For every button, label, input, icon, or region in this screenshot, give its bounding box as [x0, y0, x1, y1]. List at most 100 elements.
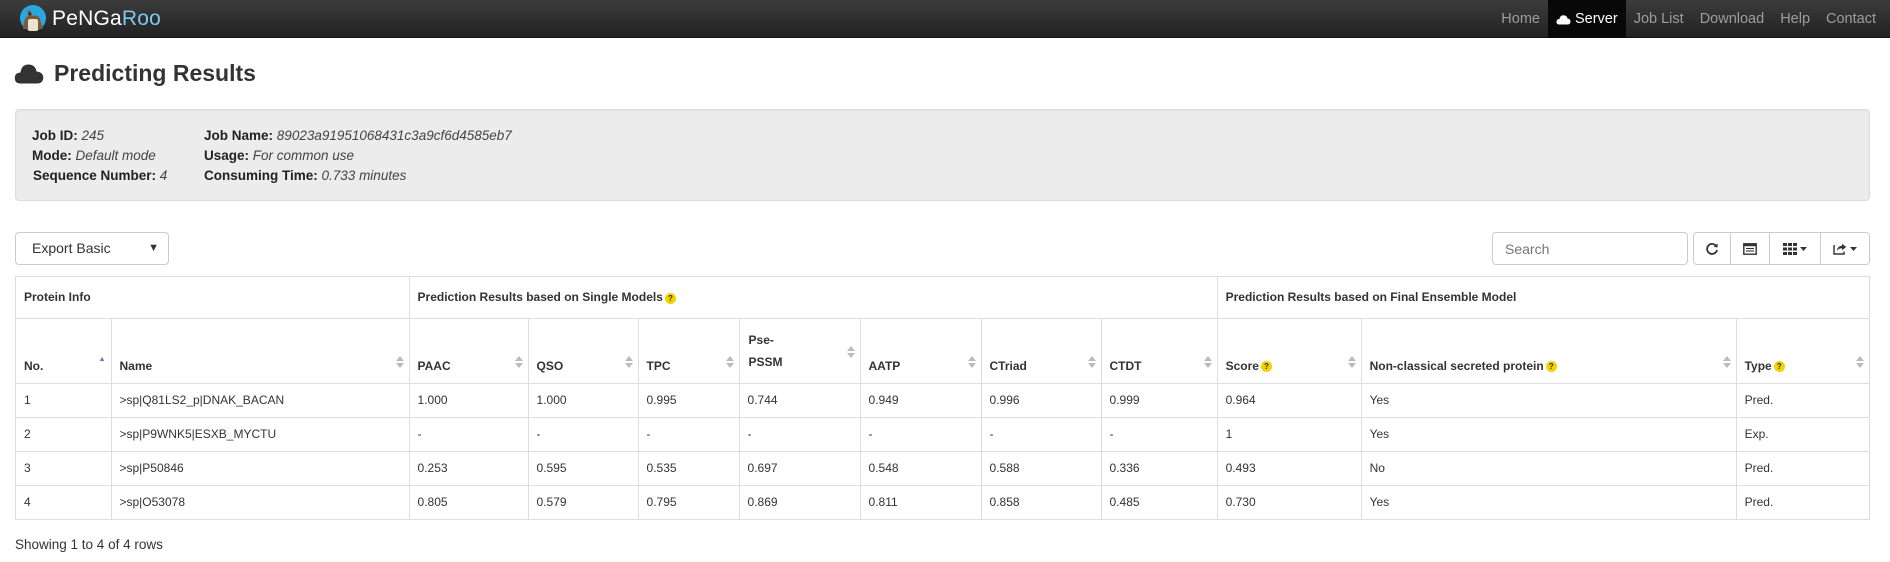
- job-name-value: 89023a91951068431c3a9cf6d4585eb7: [276, 128, 512, 143]
- toggle-view-icon: [1743, 242, 1757, 255]
- table-row[interactable]: 1 >sp|Q81LS2_p|DNAK_BACAN 1.000 1.000 0.…: [16, 382, 1869, 418]
- cell-no: 4: [16, 484, 112, 519]
- cell-no: 3: [16, 450, 112, 486]
- col-header-type-label: Type: [1744, 358, 1772, 373]
- col-header-pse-pssm[interactable]: Pse- PSSM: [738, 317, 861, 384]
- col-header-pse-pssm-label: Pse- PSSM: [749, 329, 783, 373]
- cell-pse-pssm: 0.869: [738, 484, 861, 519]
- sort-both-icon: [846, 345, 855, 358]
- sort-both-icon: [1856, 355, 1864, 368]
- nav-home[interactable]: Home: [1493, 0, 1548, 38]
- mode-row: Mode: Default mode: [32, 146, 167, 166]
- col-header-no[interactable]: No.: [16, 317, 112, 384]
- col-header-ctdt[interactable]: CTDT: [1100, 317, 1218, 384]
- sequence-number-value: 4: [159, 168, 168, 183]
- col-header-pse-pssm-line2: PSSM: [748, 354, 783, 369]
- cell-ctriad: -: [980, 416, 1102, 452]
- brand[interactable]: PeNGaRoo: [16, 2, 161, 36]
- job-name-row: Job Name: 89023a91951068431c3a9cf6d4585e…: [204, 126, 512, 146]
- mode-value: Default mode: [75, 148, 156, 163]
- nav-home-label: Home: [1501, 11, 1540, 27]
- nav-contact[interactable]: Contact: [1818, 0, 1890, 38]
- help-icon[interactable]: ?: [1773, 360, 1785, 372]
- cell-name: >sp|P9WNK5|ESXB_MYCTU: [110, 416, 410, 452]
- col-header-score-label: Score: [1225, 358, 1259, 373]
- cell-qso: -: [527, 416, 639, 452]
- sort-both-icon: [514, 355, 523, 368]
- cell-non-classical: Yes: [1360, 484, 1737, 519]
- nav-menu: Home Server Job List Download Help Conta…: [1493, 0, 1890, 38]
- table-toolbar-buttons: [1693, 232, 1870, 265]
- col-header-aatp-label: AATP: [868, 358, 901, 373]
- group-header-single-models-label: Prediction Results based on Single Model…: [417, 290, 663, 305]
- cell-score: 1: [1216, 416, 1362, 452]
- cell-ctdt: -: [1100, 416, 1218, 452]
- cell-ctriad: 0.588: [980, 450, 1102, 486]
- table-row[interactable]: 3 >sp|P50846 0.253 0.595 0.535 0.697 0.5…: [16, 450, 1869, 486]
- nav-server[interactable]: Server: [1547, 0, 1626, 38]
- col-header-qso[interactable]: QSO: [527, 317, 639, 384]
- cell-aatp: -: [859, 416, 982, 452]
- sort-both-icon: [1087, 355, 1096, 368]
- col-header-no-label: No.: [24, 358, 44, 373]
- export-dropdown-button[interactable]: [1820, 232, 1870, 265]
- help-icon[interactable]: ?: [1260, 360, 1272, 372]
- col-header-name[interactable]: Name: [110, 317, 410, 384]
- nav-download[interactable]: Download: [1692, 0, 1773, 38]
- cell-non-classical: No: [1360, 450, 1737, 486]
- cell-type: Pred.: [1735, 382, 1869, 418]
- job-id-label: Job ID:: [32, 128, 78, 143]
- col-header-paac[interactable]: PAAC: [408, 317, 529, 384]
- group-header-ensemble-model: Prediction Results based on Final Ensemb…: [1216, 277, 1869, 319]
- toggle-view-button[interactable]: [1730, 232, 1770, 265]
- col-header-tpc[interactable]: TPC: [637, 317, 740, 384]
- chevron-down-icon: [1850, 246, 1857, 251]
- col-header-ctriad[interactable]: CTriad: [980, 317, 1102, 384]
- cell-non-classical: Yes: [1360, 382, 1737, 418]
- logo-icon: [20, 5, 46, 31]
- job-id-row: Job ID: 245: [32, 126, 167, 146]
- sort-both-icon: [624, 355, 633, 368]
- cell-no: 2: [16, 416, 112, 452]
- sort-both-icon: [725, 355, 734, 368]
- job-id-value: 245: [81, 128, 105, 143]
- group-header-protein-info: Protein Info: [16, 277, 410, 319]
- pagination-info: Showing 1 to 4 of 4 rows: [15, 537, 163, 552]
- col-header-score[interactable]: Score?: [1216, 317, 1362, 384]
- export-select[interactable]: Export Basic ▼: [15, 232, 169, 265]
- sort-both-icon: [1347, 355, 1356, 368]
- export-select-value: Export Basic: [32, 240, 111, 256]
- table-row[interactable]: 4 >sp|O53078 0.805 0.579 0.795 0.869 0.8…: [16, 484, 1869, 519]
- help-icon[interactable]: ?: [664, 292, 676, 304]
- nav-help-label: Help: [1780, 11, 1811, 27]
- group-header-protein-info-label: Protein Info: [24, 290, 91, 305]
- cell-name: >sp|Q81LS2_p|DNAK_BACAN: [110, 382, 410, 418]
- results-table: Protein Info Prediction Results based on…: [15, 276, 1870, 520]
- cell-paac: -: [408, 416, 529, 452]
- cell-ctriad: 0.858: [980, 484, 1102, 519]
- sort-asc-icon: [99, 356, 104, 361]
- sequence-number-label: Sequence Number:: [33, 168, 157, 183]
- nav-help[interactable]: Help: [1772, 0, 1818, 38]
- help-icon[interactable]: ?: [1545, 360, 1557, 372]
- search-input[interactable]: [1492, 232, 1688, 265]
- cell-pse-pssm: 0.744: [738, 382, 861, 418]
- columns-dropdown-button[interactable]: [1769, 232, 1821, 265]
- table-row[interactable]: 2 >sp|P9WNK5|ESXB_MYCTU - - - - - - - 1 …: [16, 416, 1869, 452]
- cell-ctdt: 0.485: [1100, 484, 1218, 519]
- cell-score: 0.730: [1216, 484, 1362, 519]
- nav-job-list[interactable]: Job List: [1626, 0, 1692, 38]
- col-header-paac-label: PAAC: [417, 358, 451, 373]
- nav-job-list-label: Job List: [1633, 11, 1684, 27]
- cell-type: Exp.: [1735, 416, 1869, 452]
- col-header-type[interactable]: Type?: [1735, 317, 1869, 384]
- col-header-aatp[interactable]: AATP: [859, 317, 982, 384]
- brand-text: PeNGaRoo: [52, 7, 161, 31]
- cell-no: 1: [16, 382, 112, 418]
- chevron-down-icon: [1800, 246, 1807, 251]
- refresh-button[interactable]: [1693, 232, 1731, 265]
- cell-paac: 0.253: [408, 450, 529, 486]
- col-header-non-classical[interactable]: Non-classical secreted protein?: [1360, 317, 1737, 384]
- cell-ctriad: 0.996: [980, 382, 1102, 418]
- usage-row: Usage: For common use: [204, 146, 512, 166]
